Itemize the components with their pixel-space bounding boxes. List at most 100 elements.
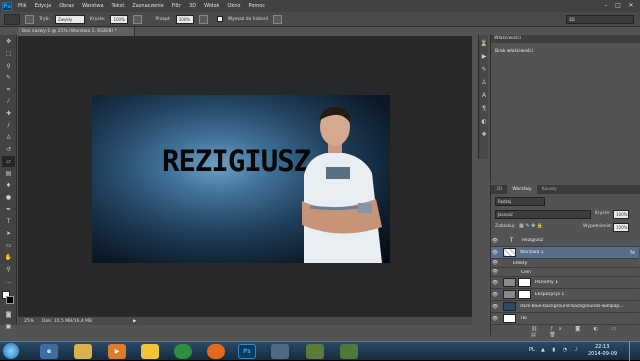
- lasso-tool-icon[interactable]: ϙ: [2, 60, 15, 71]
- game2-taskbar-icon[interactable]: [340, 344, 358, 359]
- properties-tab[interactable]: Właściwości: [491, 35, 640, 43]
- minimize-icon[interactable]: –: [601, 1, 611, 10]
- menu-item-obraz[interactable]: Obraz: [59, 3, 74, 9]
- blend-mode-dropdown[interactable]: Jasność: [495, 210, 591, 219]
- lock-icons[interactable]: ▦ ✎ ✥ 🔒: [519, 223, 543, 229]
- layer-name[interactable]: Warstwa 1: [520, 250, 544, 255]
- menu-item-plik[interactable]: Plik: [18, 3, 27, 9]
- opacity-field[interactable]: 100%: [110, 14, 129, 24]
- layer-name[interactable]: Ekspozycja 1: [535, 292, 564, 297]
- stamp-tool-icon[interactable]: ♙: [2, 132, 15, 143]
- visibility-eye-icon[interactable]: 👁: [491, 292, 499, 298]
- file-explorer-icon[interactable]: [74, 344, 92, 359]
- path-select-tool-icon[interactable]: ➤: [2, 228, 15, 239]
- background-color-swatch[interactable]: [6, 296, 14, 304]
- photoshop-taskbar-icon[interactable]: Ps: [238, 344, 256, 359]
- mode-dropdown[interactable]: Zwykły: [54, 14, 85, 24]
- layers-footer-icons[interactable]: ⛓ fx ◙ ◐ ▭ ▤ 🗑: [531, 326, 640, 338]
- layer-effect-shadow-row[interactable]: 👁 Cień: [491, 268, 639, 277]
- navigator-panel-icon[interactable]: ✚: [480, 131, 488, 139]
- layer-name[interactable]: dark-blue-background-backgrounds-wallpap…: [520, 304, 630, 309]
- gradient-tool-icon[interactable]: ▤: [2, 168, 15, 179]
- tab-channels[interactable]: Kanały: [537, 185, 562, 194]
- marquee-tool-icon[interactable]: ⬚: [2, 48, 15, 59]
- firefox-icon[interactable]: [207, 344, 225, 359]
- menu-item-3d[interactable]: 3D: [189, 3, 196, 9]
- layer-row-text[interactable]: 👁 T Rezigiusz: [491, 235, 639, 247]
- pressure-opacity-icon[interactable]: [133, 14, 143, 24]
- workspace-dropdown[interactable]: 3D: [566, 14, 634, 24]
- clock-time[interactable]: 22:13: [595, 344, 609, 350]
- quick-mask-icon[interactable]: ◙: [2, 309, 15, 320]
- visibility-eye-icon[interactable]: 👁: [491, 260, 499, 266]
- layer-row-selected[interactable]: 👁 Warstwa 1 fx: [491, 247, 639, 259]
- eyedropper-tool-icon[interactable]: ⁄: [2, 96, 15, 107]
- visibility-eye-icon[interactable]: 👁: [491, 250, 499, 256]
- menu-item-okno[interactable]: Okno: [227, 3, 240, 9]
- extras-icon[interactable]: …: [2, 276, 15, 287]
- fill-field[interactable]: 100%: [613, 223, 629, 232]
- dodge-tool-icon[interactable]: ●: [2, 192, 15, 203]
- type-tool-icon[interactable]: T: [2, 216, 15, 227]
- visibility-eye-icon[interactable]: 👁: [491, 280, 499, 286]
- layer-row-base[interactable]: 👁 Tło: [491, 313, 639, 325]
- tool-preset-picker[interactable]: [4, 13, 20, 25]
- brush-tool-icon[interactable]: ∕: [2, 120, 15, 131]
- canvas-artwork[interactable]: REZIGIUSZ: [92, 95, 390, 263]
- maximize-icon[interactable]: □: [613, 1, 623, 10]
- fx-icon[interactable]: fx: [630, 250, 635, 256]
- tray-icons[interactable]: ▲ ▮ ◔ ♪: [541, 347, 581, 353]
- healing-tool-icon[interactable]: ✚: [2, 108, 15, 119]
- menu-item-warstwa[interactable]: Warstwa: [82, 3, 103, 9]
- hand-tool-icon[interactable]: ✋: [2, 252, 15, 263]
- zoom-tool-icon[interactable]: ⚲: [2, 264, 15, 275]
- visibility-eye-icon[interactable]: 👁: [491, 238, 499, 244]
- visibility-eye-icon[interactable]: 👁: [491, 269, 499, 275]
- actions-panel-icon[interactable]: ▶: [480, 53, 488, 61]
- crop-tool-icon[interactable]: ⌗: [2, 84, 15, 95]
- internet-explorer-icon[interactable]: e: [40, 344, 58, 359]
- airbrush-icon[interactable]: [198, 14, 208, 24]
- visibility-eye-icon[interactable]: 👁: [491, 304, 499, 310]
- history-brush-tool-icon[interactable]: ↺: [2, 144, 15, 155]
- history-panel-icon[interactable]: ⌛: [480, 40, 488, 48]
- sun-app-icon[interactable]: [141, 344, 159, 359]
- layer-opacity-field[interactable]: 100%: [613, 210, 629, 219]
- layer-effects-row[interactable]: 👁 Efekty: [491, 259, 639, 268]
- visibility-eye-icon[interactable]: 👁: [491, 316, 499, 322]
- menu-item-pomoc[interactable]: Pomoc: [248, 3, 265, 9]
- layer-row-background-image[interactable]: 👁 dark-blue-background-backgrounds-wallp…: [491, 301, 639, 313]
- move-tool-icon[interactable]: ✥: [2, 36, 15, 47]
- close-icon[interactable]: ✕: [626, 1, 636, 10]
- clock-date[interactable]: 2014-09-09: [588, 351, 617, 357]
- menu-item-filtr[interactable]: Filtr: [172, 3, 181, 9]
- app-taskbar-icon[interactable]: [271, 344, 289, 359]
- brushes-panel-icon[interactable]: ✎: [480, 66, 488, 74]
- layer-row-levels[interactable]: 👁 Poziomy 1: [491, 277, 639, 289]
- game-taskbar-icon[interactable]: [306, 344, 324, 359]
- chrome-icon[interactable]: [174, 344, 192, 359]
- eraser-tool-icon[interactable]: ▱: [2, 156, 15, 167]
- flow-field[interactable]: 100%: [175, 14, 194, 24]
- tab-3d[interactable]: 3D: [491, 185, 507, 194]
- layer-name[interactable]: Poziomy 1: [535, 280, 558, 285]
- layer-filter-dropdown[interactable]: Rodzaj: [495, 197, 545, 206]
- layer-row-exposure[interactable]: 👁 Ekspozycja 1: [491, 289, 639, 301]
- start-button-icon[interactable]: [3, 343, 19, 359]
- language-indicator[interactable]: PL: [529, 347, 535, 353]
- tab-layers[interactable]: Warstwy: [507, 185, 537, 194]
- blur-tool-icon[interactable]: ♦: [2, 180, 15, 191]
- erase-to-history-checkbox[interactable]: [216, 16, 223, 22]
- menu-item-zaznaczenie[interactable]: Zaznaczenie: [132, 3, 163, 9]
- pressure-size-icon[interactable]: [273, 14, 283, 24]
- adjustments-panel-icon[interactable]: ◐: [480, 118, 488, 126]
- layer-name[interactable]: Rezigiusz: [522, 238, 543, 243]
- status-menu-arrow-icon[interactable]: ▶: [133, 319, 136, 324]
- screen-mode-icon[interactable]: ▣: [2, 321, 15, 332]
- quick-select-tool-icon[interactable]: ✎: [2, 72, 15, 83]
- media-player-icon[interactable]: ▶: [108, 344, 126, 359]
- zoom-level[interactable]: 25%: [24, 319, 34, 324]
- document-tab[interactable]: Bez nazwy-1 @ 25% (Warstwa 1, RGB/8) *: [18, 27, 135, 36]
- pen-tool-icon[interactable]: ✒: [2, 204, 15, 215]
- shape-tool-icon[interactable]: ▭: [2, 240, 15, 251]
